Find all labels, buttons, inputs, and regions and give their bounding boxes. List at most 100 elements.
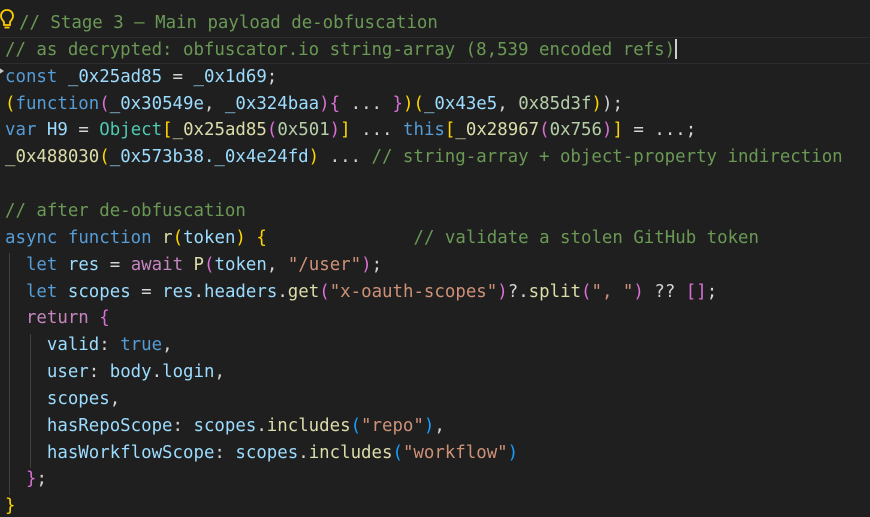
code-line[interactable]: }; (5, 466, 47, 493)
code-token: = (162, 66, 194, 87)
code-token: ( (319, 281, 330, 302)
code-token: token (183, 227, 236, 248)
code-line[interactable]: user: body.login, (5, 359, 225, 386)
code-token: { (256, 227, 267, 248)
code-token: scopes (193, 415, 257, 436)
code-token: ); (601, 93, 623, 114)
code-token: token (214, 254, 267, 275)
code-line[interactable]: hasRepoScope: scopes.includes("repo"), (5, 413, 445, 440)
code-token: _0x573b38._0x4e24fd (109, 147, 309, 168)
code-token: split (528, 281, 582, 302)
code-line[interactable]: return { (5, 305, 110, 332)
code-token: ; (36, 469, 47, 490)
code-line[interactable]: (function(_0x30549e, _0x324baa){ ... })(… (5, 91, 623, 118)
code-line[interactable]: let scopes = res.headers.get("x-oauth-sc… (5, 279, 717, 306)
code-token: , (162, 335, 173, 356)
code-token: ) (235, 227, 246, 248)
code-line[interactable]: } (5, 493, 15, 517)
code-token: "workflow" (402, 442, 508, 463)
code-token: ?? (643, 281, 686, 302)
code-token: = (99, 254, 131, 275)
code-line[interactable]: hasWorkflowScope: scopes.includes("workf… (5, 440, 518, 467)
code-token: [ (162, 120, 173, 141)
code-token: . (151, 362, 163, 383)
code-token: [ (444, 120, 456, 141)
code-line[interactable]: async function r(token) { // validate a … (5, 225, 759, 252)
code-line[interactable]: let res = await P(token, "/user"); (5, 252, 382, 279)
code-token: "x-oauth-scopes" (329, 281, 498, 302)
code-token: scopes (46, 388, 110, 409)
code-token: "/user" (287, 254, 362, 275)
code-token: ( (172, 227, 184, 248)
code-line[interactable]: scopes, (5, 386, 120, 413)
code-token: ( (413, 93, 424, 114)
code-token: , (109, 388, 121, 409)
code-line[interactable]: var H9 = Object[_0x25ad85(0x501)] ... th… (5, 117, 696, 144)
lightbulb-icon[interactable] (0, 9, 14, 31)
code-token: ) (633, 281, 644, 302)
code-token: . (277, 281, 288, 302)
code-editor[interactable]: // Stage 3 — Main payload de-obfuscation… (0, 0, 870, 517)
code-token: ) (601, 120, 613, 141)
code-token: ) (507, 442, 519, 463)
code-token: } (392, 93, 403, 114)
code-token: hasWorkflowScope (46, 442, 215, 463)
code-token: ; (706, 281, 718, 302)
code-token: { (329, 93, 341, 114)
code-token: _0x324baa (224, 93, 320, 114)
code-token: ) (329, 120, 341, 141)
code-token: ( (99, 93, 110, 114)
code-token: // as decrypted: obfuscator.io string-ar… (5, 39, 676, 60)
code-token: _0x25ad85 (172, 120, 267, 141)
code-token: 0x85d3f (518, 93, 592, 114)
code-token: get (287, 281, 320, 302)
code-token: ... (350, 120, 403, 141)
code-token: 0x501 (277, 120, 330, 141)
code-token: ) (591, 93, 602, 114)
code-token: ] (612, 120, 623, 141)
code-line[interactable]: valid: true, (5, 332, 173, 359)
code-token: login (162, 362, 215, 383)
code-token: res (162, 281, 194, 302)
code-token: _0x25ad85 (67, 66, 163, 87)
code-token: _0x28967 (455, 120, 540, 141)
code-token: , (214, 362, 225, 383)
code-line[interactable]: // Stage 3 — Main payload de-obfuscation (19, 10, 438, 37)
code-token: _0x30549e (109, 93, 204, 114)
code-token: = ...; (622, 120, 697, 141)
code-token: ", " (591, 281, 634, 302)
code-token: ( (539, 120, 550, 141)
code-token: // string-array + object-property indire… (371, 147, 843, 168)
code-token: Object (99, 120, 163, 141)
code-token: const (5, 66, 58, 87)
code-token: . (298, 442, 309, 463)
code-token: ... (319, 147, 372, 168)
code-token: let (25, 281, 58, 302)
code-token: = (130, 281, 163, 302)
code-token: this (403, 120, 445, 141)
code-token: ( (204, 254, 215, 275)
code-token: body (109, 362, 152, 383)
code-line[interactable]: // as decrypted: obfuscator.io string-ar… (5, 37, 678, 64)
code-token: ... (340, 93, 393, 114)
code-token: ) (497, 281, 508, 302)
code-token: await (130, 254, 184, 275)
code-token: : (99, 335, 121, 356)
code-line[interactable]: const _0x25ad85 = _0x1d69; (5, 64, 277, 91)
code-line[interactable]: // after de-obfuscation (5, 198, 246, 225)
code-line[interactable]: _0x488030(_0x573b38._0x4e24fd) ... // st… (5, 144, 843, 171)
code-token: hasRepoScope (46, 415, 173, 436)
